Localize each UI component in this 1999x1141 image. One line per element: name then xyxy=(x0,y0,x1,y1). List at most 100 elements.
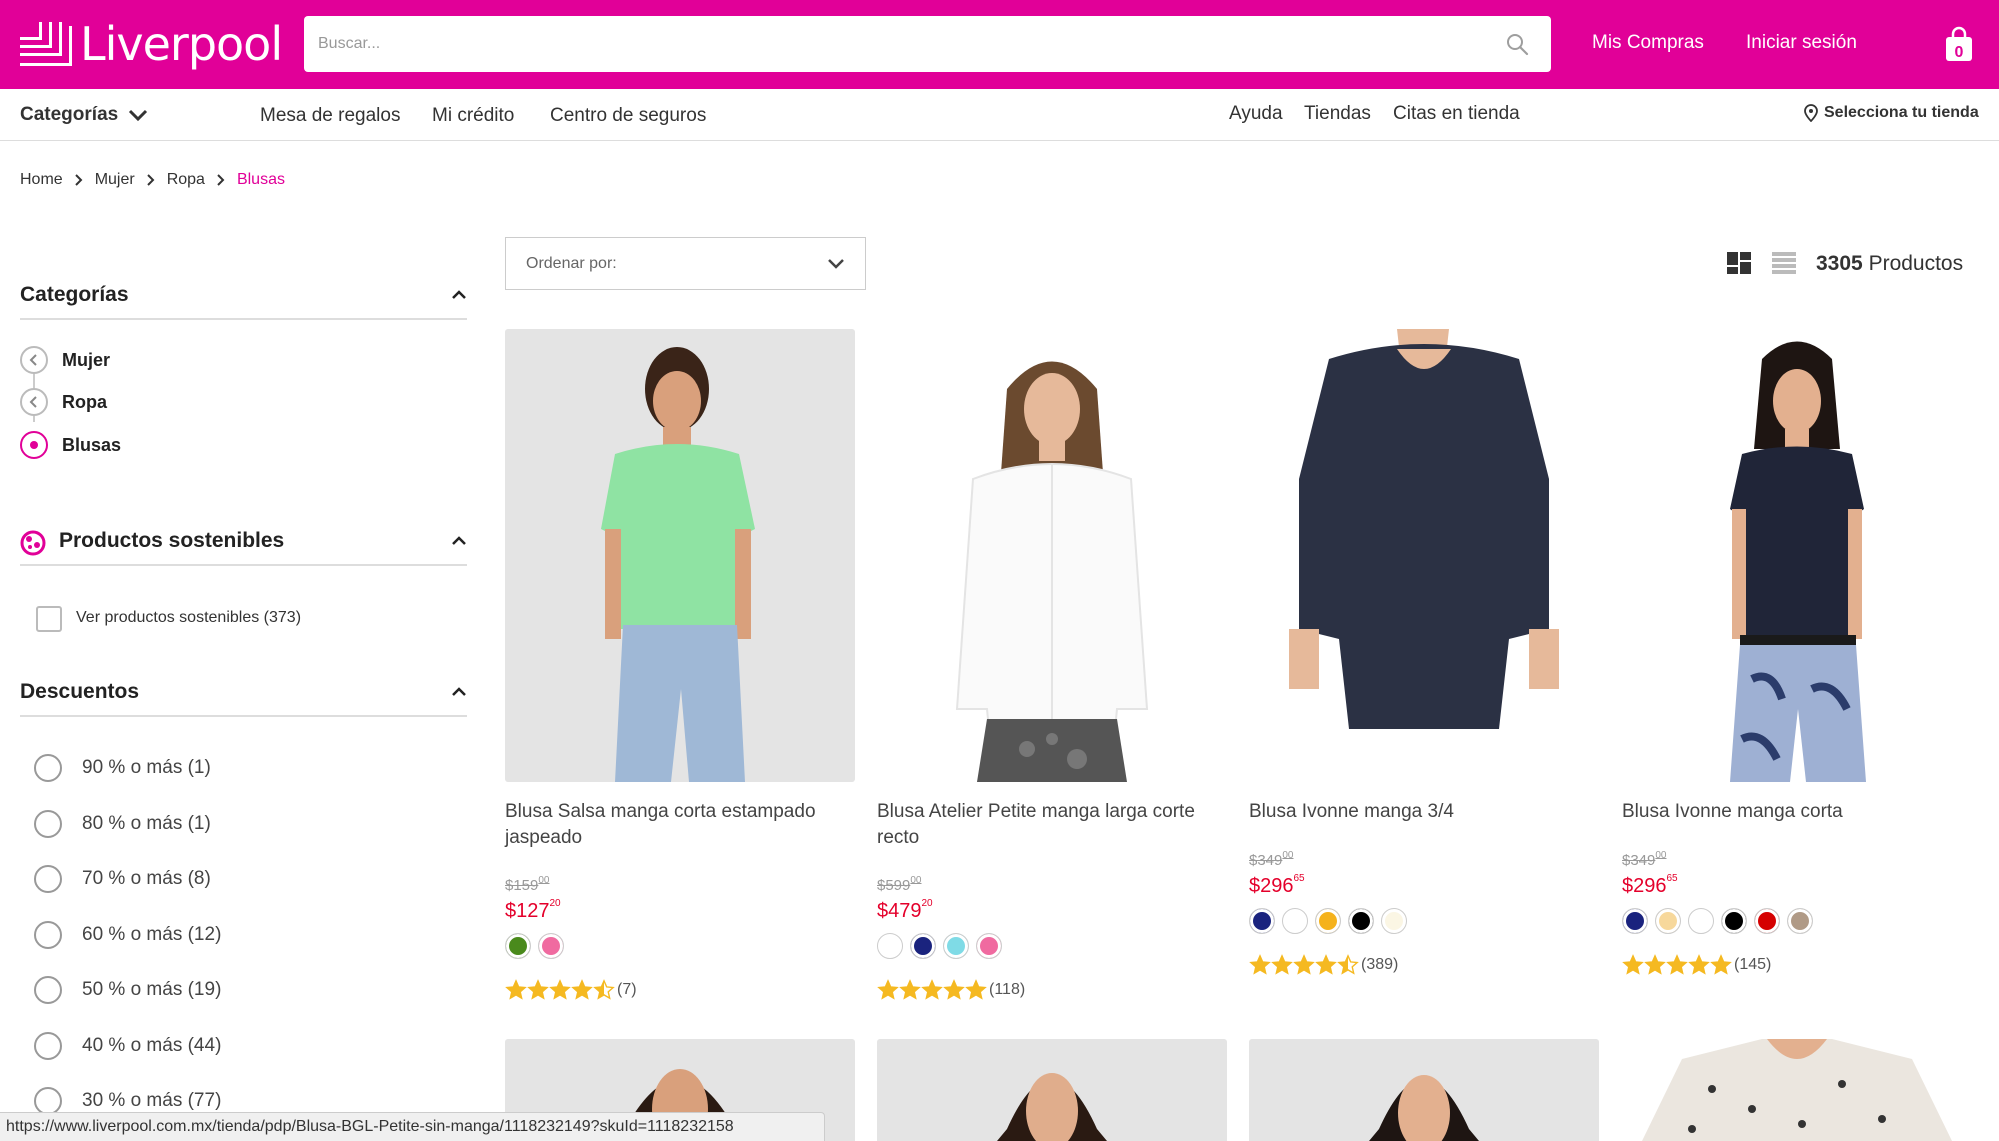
color-swatch[interactable] xyxy=(505,933,531,959)
discount-option[interactable]: 80 % o más (1) xyxy=(34,810,211,838)
color-swatches xyxy=(505,933,571,959)
nav-stores[interactable]: Tiendas xyxy=(1304,103,1371,125)
discount-label: 30 % o más (77) xyxy=(82,1090,222,1111)
shopping-bag-icon[interactable]: 0 xyxy=(1944,26,1974,62)
star-icon xyxy=(1644,954,1666,975)
color-swatch[interactable] xyxy=(1348,908,1374,934)
discount-option[interactable]: 70 % o más (8) xyxy=(34,865,211,893)
product-name[interactable]: Blusa Atelier Petite manga larga corte r… xyxy=(877,799,1227,851)
radio-button[interactable] xyxy=(34,976,62,1004)
search-input[interactable] xyxy=(318,16,1478,72)
category-label: Blusas xyxy=(62,434,122,455)
list-view-icon[interactable] xyxy=(1772,252,1796,274)
color-swatch[interactable] xyxy=(910,933,936,959)
breadcrumb: Home Mujer Ropa Blusas xyxy=(20,171,285,189)
product-image-next-row[interactable] xyxy=(877,1039,1227,1141)
color-swatch[interactable] xyxy=(1754,908,1780,934)
color-swatch[interactable] xyxy=(1655,908,1681,934)
original-price: $34900 xyxy=(1622,850,1667,869)
product-name[interactable]: Blusa Salsa manga corta estampado jaspea… xyxy=(505,799,855,851)
sale-price: $29665 xyxy=(1249,873,1305,897)
sustainable-checkbox[interactable] xyxy=(36,606,62,632)
color-swatch[interactable] xyxy=(1688,908,1714,934)
star-rating-icon xyxy=(1622,954,1732,976)
categories-menu-button[interactable]: Categorías xyxy=(20,104,148,126)
discount-option[interactable]: 60 % o más (12) xyxy=(34,921,221,949)
star-icon xyxy=(1688,954,1710,975)
categories-filter-header[interactable]: Categorías xyxy=(20,270,467,320)
star-icon xyxy=(965,979,987,1000)
search-box[interactable] xyxy=(304,16,1551,72)
color-swatch[interactable] xyxy=(1787,908,1813,934)
discount-label: 40 % o más (44) xyxy=(82,1035,222,1056)
color-swatch[interactable] xyxy=(943,933,969,959)
product-image[interactable] xyxy=(877,329,1227,782)
sale-price: $47920 xyxy=(877,898,933,922)
chevron-up-icon xyxy=(452,687,466,696)
chevron-up-icon xyxy=(452,536,466,545)
category-mujer[interactable]: Mujer xyxy=(20,346,110,374)
radio-button[interactable] xyxy=(34,754,62,782)
back-arrow-icon xyxy=(20,346,48,374)
product-name[interactable]: Blusa Ivonne manga corta xyxy=(1622,799,1972,825)
category-blusas[interactable]: Blusas xyxy=(20,431,121,459)
product-image-next-row[interactable] xyxy=(1622,1039,1972,1141)
color-swatch[interactable] xyxy=(877,933,903,959)
product-name[interactable]: Blusa Ivonne manga 3/4 xyxy=(1249,799,1599,825)
sustainable-checkbox-label[interactable]: Ver productos sostenibles (373) xyxy=(76,609,301,627)
nav-gift-registry[interactable]: Mesa de regalos xyxy=(260,105,400,127)
star-rating-icon xyxy=(877,979,987,1001)
color-swatch[interactable] xyxy=(1282,908,1308,934)
radio-button[interactable] xyxy=(34,921,62,949)
my-purchases-link[interactable]: Mis Compras xyxy=(1592,32,1704,54)
color-swatch[interactable] xyxy=(1622,908,1648,934)
product-rating: (7) xyxy=(505,979,637,1001)
nav-insurance[interactable]: Centro de seguros xyxy=(550,105,706,127)
breadcrumb-mujer[interactable]: Mujer xyxy=(95,171,135,189)
color-swatch[interactable] xyxy=(976,933,1002,959)
login-link[interactable]: Iniciar sesión xyxy=(1746,32,1857,54)
sort-dropdown[interactable]: Ordenar por: xyxy=(505,237,866,290)
radio-button[interactable] xyxy=(34,1032,62,1060)
sustainable-filter-header[interactable]: Productos sostenibles xyxy=(20,516,467,566)
nav-help[interactable]: Ayuda xyxy=(1229,103,1283,125)
product-image-next-row[interactable] xyxy=(1249,1039,1599,1141)
product-image[interactable] xyxy=(1249,329,1599,782)
color-swatch[interactable] xyxy=(1249,908,1275,934)
color-swatch[interactable] xyxy=(1721,908,1747,934)
discount-label: 60 % o más (12) xyxy=(82,924,222,945)
discount-option[interactable]: 90 % o más (1) xyxy=(34,754,211,782)
radio-button[interactable] xyxy=(34,810,62,838)
breadcrumb-ropa[interactable]: Ropa xyxy=(167,171,205,189)
discounts-filter-header[interactable]: Descuentos xyxy=(20,667,467,717)
category-ropa[interactable]: Ropa xyxy=(20,388,107,416)
original-price: $34900 xyxy=(1249,850,1294,869)
product-image[interactable] xyxy=(1622,329,1972,782)
back-arrow-icon xyxy=(20,388,48,416)
chevron-down-icon xyxy=(129,109,148,122)
radio-button[interactable] xyxy=(34,1087,62,1115)
chevron-up-icon xyxy=(452,290,466,299)
search-icon[interactable] xyxy=(1505,32,1529,56)
grid-view-icon[interactable] xyxy=(1727,252,1751,274)
star-icon xyxy=(571,979,593,1000)
nav-appointments[interactable]: Citas en tienda xyxy=(1393,103,1520,125)
color-swatch[interactable] xyxy=(1381,908,1407,934)
product-image[interactable] xyxy=(505,329,855,782)
breadcrumb-home[interactable]: Home xyxy=(20,171,63,189)
discount-option[interactable]: 30 % o más (77) xyxy=(34,1087,221,1115)
radio-button[interactable] xyxy=(34,865,62,893)
star-icon xyxy=(877,979,899,1000)
discount-option[interactable]: 40 % o más (44) xyxy=(34,1032,221,1060)
discount-option[interactable]: 50 % o más (19) xyxy=(34,976,221,1004)
nav-credit[interactable]: Mi crédito xyxy=(432,105,514,127)
star-icon xyxy=(943,979,965,1000)
star-icon xyxy=(1249,954,1271,975)
color-swatch[interactable] xyxy=(538,933,564,959)
status-url: https://www.liverpool.com.mx/tienda/pdp/… xyxy=(6,1118,734,1135)
liverpool-logo[interactable]: Liverpool xyxy=(20,16,283,72)
color-swatch[interactable] xyxy=(1315,908,1341,934)
chevron-right-icon xyxy=(74,174,83,186)
review-count: (145) xyxy=(1734,956,1772,973)
store-selector[interactable]: Selecciona tu tienda xyxy=(1804,104,1979,122)
